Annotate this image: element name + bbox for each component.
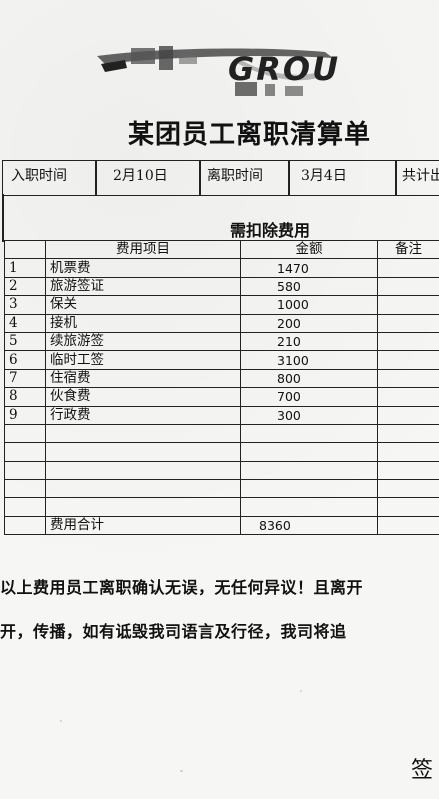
title-main: 某团员工离职清算单 [128,120,372,150]
statement-line-2: 开，传播，如有诋毁我司语言及行径，我司将追 [0,622,347,641]
table-row: 9 行政费 300 [4,405,439,425]
leave-date-value: 3月4日 [301,168,347,184]
row-item: 住宿费 [45,368,241,389]
fee-table: 费用项目 金额 备注 1 机票费 1470 2 旅游签证 580 3 保关 10… [4,239,439,536]
logo-wordmark: GROU [228,50,341,88]
table-row: 7 住宿费 800 [4,368,439,389]
header-no [4,239,46,260]
total-days-label: 共计出 [402,168,439,184]
row-amount: 3100 [240,350,378,370]
row-note [377,331,439,352]
table-row-empty [4,497,439,517]
entry-date-value: 2月10日 [113,168,168,184]
row-note [377,258,439,278]
row-item: 伙食费 [45,387,241,407]
document-page: GROU 某团员工离职清算单 入职时间 2月10日 离职时间 3月4日 共计出 … [0,0,439,799]
row-amount: 580 [240,276,378,297]
divider [395,161,397,195]
table-row: 5 续旅游签 210 [4,331,439,352]
table-row: 2 旅游签证 580 [4,276,439,297]
table-row-empty [4,479,439,499]
row-no: 1 [4,258,46,278]
row-amount: 210 [240,331,378,352]
row-amount: 800 [240,368,378,389]
row-note [377,387,439,407]
date-header-row: 入职时间 2月10日 离职时间 3月4日 共计出 [2,160,439,196]
row-no: 2 [4,276,46,297]
row-item: 保关 [45,295,241,315]
scan-speck [60,720,62,722]
table-row-empty [4,442,439,462]
scan-speck [180,770,183,772]
row-item: 行政费 [45,405,241,425]
row-item: 机票费 [45,258,241,278]
row-amount: 1470 [240,258,378,278]
table-row-empty [4,460,439,481]
section-title: 需扣除费用 [230,221,311,240]
row-no: 7 [4,368,46,389]
statement-line-1: 以上费用员工离职确认无误，无任何异议！且离开 [0,578,364,597]
row-note [377,405,439,425]
row-amount: 1000 [240,295,378,315]
row-no: 4 [4,313,46,333]
table-row: 6 临时工签 3100 [4,350,439,370]
entry-date-label: 入职时间 [11,168,67,184]
row-amount: 200 [240,313,378,333]
header-amount: 金额 [240,239,378,260]
row-note [377,368,439,389]
row-item: 接机 [45,313,241,333]
table-row: 1 机票费 1470 [4,258,439,278]
header-note: 备注 [377,239,439,260]
table-row: 3 保关 1000 [4,295,439,315]
left-border [2,194,4,242]
divider [95,161,97,195]
row-no: 8 [4,387,46,407]
row-amount: 300 [240,405,378,425]
table-total-row: 费用合计 8360 [4,515,439,536]
row-note [377,295,439,315]
row-no: 6 [4,350,46,370]
header-item: 费用项目 [45,239,241,260]
signature-label: 签 [411,758,434,783]
table-row: 8 伙食费 700 [4,387,439,407]
row-amount: 700 [240,387,378,407]
divider [199,161,201,195]
row-no: 3 [4,295,46,315]
table-header-row: 费用项目 金额 备注 [4,239,439,260]
total-label: 费用合计 [45,515,241,536]
row-no: 9 [4,405,46,425]
document-title: 某团员工离职清算单 [128,114,371,151]
total-value: 8360 [240,515,378,536]
row-item: 旅游签证 [45,276,241,297]
row-item: 续旅游签 [45,331,241,352]
table-row-empty [4,423,439,444]
row-no: 5 [4,331,46,352]
table-row: 4 接机 200 [4,313,439,333]
row-item: 临时工签 [45,350,241,370]
divider [288,161,290,195]
row-note [377,276,439,297]
row-note [377,313,439,333]
scan-speck [300,690,302,692]
leave-date-label: 离职时间 [207,168,263,184]
row-note [377,350,439,370]
